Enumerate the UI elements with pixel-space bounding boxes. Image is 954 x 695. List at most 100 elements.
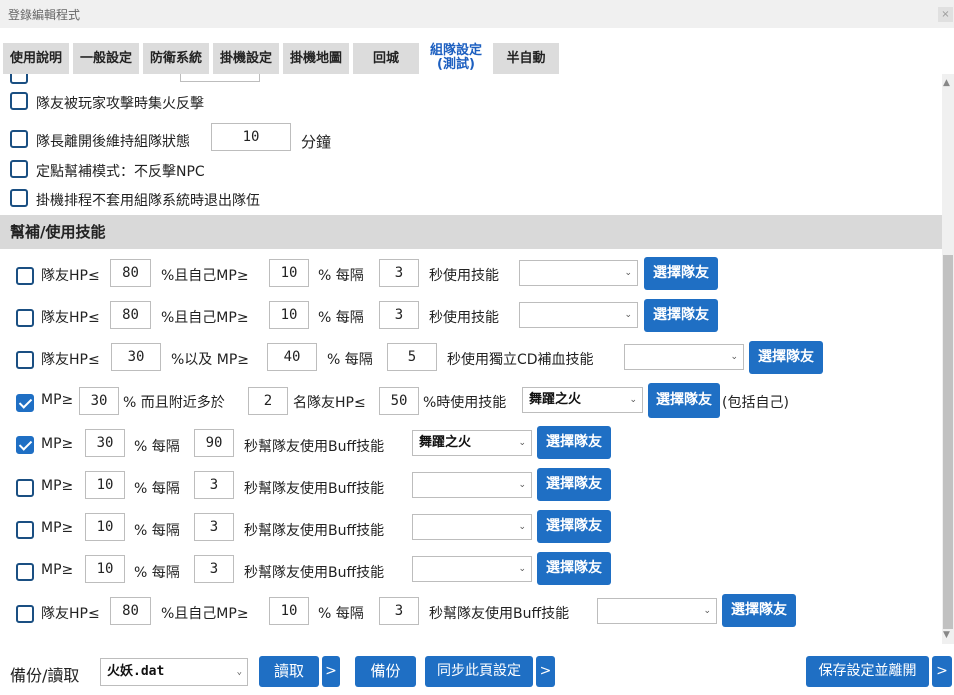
row1-label-a: 隊友HP≤ [41,268,100,284]
row3-label-a: 隊友HP≤ [41,352,100,368]
tab-return-town[interactable]: 回城 [353,43,419,74]
option-keep-party-label: 隊長離開後維持組隊狀態 [36,134,190,150]
row2-skill-select[interactable]: ⌄ [519,302,638,328]
row3-label-c: % 每隔 [327,352,373,368]
chevron-down-icon: ⌄ [518,480,526,490]
backup-file-value: 火妖.dat [107,664,165,679]
tab-party-settings[interactable]: 組隊設定 (測試) [423,43,489,74]
row9-input-3[interactable]: 3 [379,597,419,625]
chevron-down-icon: ⌄ [624,268,632,278]
row2-select-member-button[interactable]: 選擇隊友 [644,299,718,332]
row6-checkbox[interactable] [16,479,34,497]
row4-label-d: %時使用技能 [423,395,507,411]
row8-label-c: % 每隔 [134,565,180,581]
row8-select-member-button[interactable]: 選擇隊友 [537,552,611,585]
row4-select-member-button[interactable]: 選擇隊友 [648,383,720,418]
row8-skill-select[interactable]: ⌄ [412,556,532,582]
row1-select-member-button[interactable]: 選擇隊友 [644,257,718,290]
row7-checkbox[interactable] [16,521,34,539]
row9-input-2[interactable]: 10 [269,597,309,625]
scrollbar-thumb[interactable] [943,255,953,629]
row6-select-member-button[interactable]: 選擇隊友 [537,468,611,501]
row3-label-b: %以及 MP≥ [171,352,250,368]
section-header: 幫補/使用技能 [0,215,942,249]
row1-input-3[interactable]: 3 [379,259,419,287]
scroll-down-icon[interactable]: ▼ [943,630,950,640]
row9-input-1[interactable]: 80 [110,597,151,625]
row1-input-2[interactable]: 10 [269,259,309,287]
chevron-down-icon: ⌄ [518,438,526,448]
row7-label-d: 秒幫隊友使用Buff技能 [244,523,385,539]
row2-checkbox[interactable] [16,309,34,327]
partial-input[interactable] [180,74,260,82]
row4-skill-value: 舞躍之火 [529,392,582,407]
row4-checkbox[interactable] [16,394,34,412]
row6-input-1[interactable]: 10 [85,471,125,499]
row1-checkbox[interactable] [16,267,34,285]
row4-note: (包括自己) [722,395,789,411]
row3-input-2[interactable]: 40 [267,343,317,371]
backup-file-select[interactable]: 火妖.dat ⌄ [100,658,248,686]
row3-input-1[interactable]: 30 [111,343,161,371]
backup-read-label: 備份/讀取 [10,666,80,685]
option-checkbox-partial[interactable] [10,74,28,84]
row2-label-b: %且自己MP≥ [161,310,249,326]
row8-checkbox[interactable] [16,563,34,581]
row9-skill-select[interactable]: ⌄ [597,598,717,624]
row2-input-2[interactable]: 10 [269,301,309,329]
read-more-button[interactable]: > [322,656,340,687]
row1-input-1[interactable]: 80 [110,259,151,287]
row5-select-member-button[interactable]: 選擇隊友 [537,426,611,459]
tab-instructions[interactable]: 使用說明 [3,43,69,74]
row2-input-3[interactable]: 3 [379,301,419,329]
tab-idle-map[interactable]: 掛機地圖 [283,43,349,74]
row3-checkbox[interactable] [16,351,34,369]
row4-input-3[interactable]: 50 [379,387,419,415]
row5-checkbox[interactable] [16,436,34,454]
tab-idle-settings[interactable]: 掛機設定 [213,43,279,74]
row7-select-member-button[interactable]: 選擇隊友 [537,510,611,543]
row2-input-1[interactable]: 80 [110,301,151,329]
row8-input-3[interactable]: 3 [194,555,234,583]
option-leave-party-checkbox[interactable] [10,189,28,207]
row3-select-member-button[interactable]: 選擇隊友 [749,341,823,374]
row7-skill-select[interactable]: ⌄ [412,514,532,540]
row3-skill-select[interactable]: ⌄ [624,344,744,370]
save-and-exit-button[interactable]: 保存設定並離開 [806,656,929,687]
row6-label-a: MP≥ [41,478,74,494]
save-more-button[interactable]: > [932,656,952,687]
row6-skill-select[interactable]: ⌄ [412,472,532,498]
scroll-up-icon[interactable]: ▲ [943,78,950,88]
row8-input-1[interactable]: 10 [85,555,125,583]
row5-skill-select[interactable]: 舞躍之火 ⌄ [412,430,532,456]
row6-input-3[interactable]: 3 [194,471,234,499]
row5-input-3[interactable]: 90 [194,429,234,457]
row6-label-d: 秒幫隊友使用Buff技能 [244,481,385,497]
row7-input-1[interactable]: 10 [85,513,125,541]
row9-label-d: 秒幫隊友使用Buff技能 [429,606,570,622]
row9-select-member-button[interactable]: 選擇隊友 [722,594,796,627]
tab-semi-auto[interactable]: 半自動 [493,43,559,74]
row5-input-1[interactable]: 30 [85,429,125,457]
sync-page-button[interactable]: 同步此頁設定 [425,656,533,687]
sync-more-button[interactable]: > [536,656,555,687]
tab-general[interactable]: 一般設定 [73,43,139,74]
row7-input-3[interactable]: 3 [194,513,234,541]
option-fixed-support-checkbox[interactable] [10,160,28,178]
row9-checkbox[interactable] [16,605,34,623]
backup-button[interactable]: 備份 [355,656,416,687]
row1-skill-select[interactable]: ⌄ [519,260,638,286]
row4-input-1[interactable]: 30 [79,387,119,415]
title-bar: 登錄編輯程式 × [0,0,954,28]
row4-input-2[interactable]: 2 [248,387,288,415]
keep-party-minutes-input[interactable]: 10 [211,123,291,151]
chevron-down-icon: ⌄ [236,667,242,677]
close-button[interactable]: × [938,7,953,22]
tab-defense[interactable]: 防衛系統 [143,43,209,74]
row4-skill-select[interactable]: 舞躍之火 ⌄ [522,387,643,413]
read-button[interactable]: 讀取 [259,656,319,687]
option-focus-fire-checkbox[interactable] [10,92,28,110]
row3-input-3[interactable]: 5 [387,343,437,371]
row9-label-b: %且自己MP≥ [161,606,249,622]
option-keep-party-checkbox[interactable] [10,130,28,148]
